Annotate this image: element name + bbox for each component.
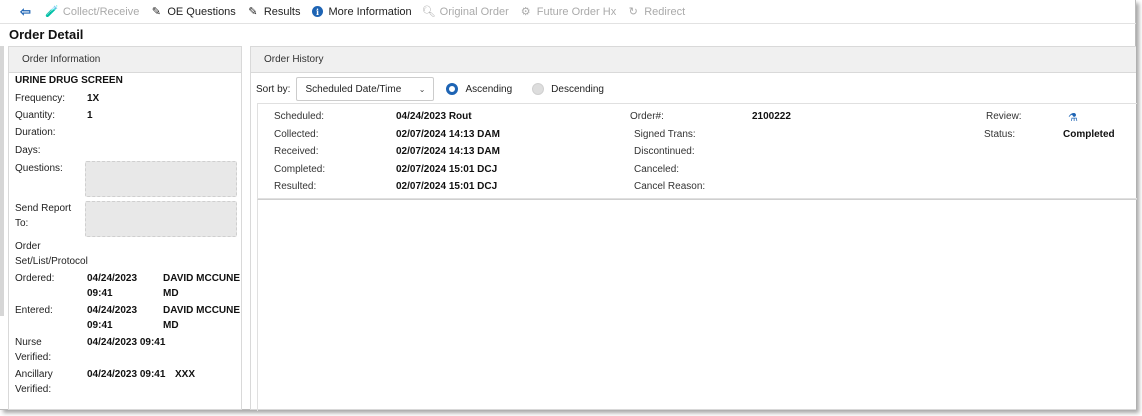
days-label: Days: [15,145,41,156]
signed-trans-label: Signed Trans: [634,128,696,140]
future-order-hx-label: Future Order Hx [536,5,617,18]
order-number-value: 2100222 [752,111,791,122]
history-record[interactable]: Scheduled: 04/24/2023 Rout Collected: 02… [257,103,1137,199]
results-button[interactable]: ✎ Results [246,5,301,19]
more-information-button[interactable]: i More Information [311,5,412,19]
frequency-label: Frequency: [15,93,66,104]
completed-value: 02/07/2024 15:01 DCJ [396,163,498,175]
future-order-icon: ⚙ [520,6,531,18]
sort-by-value: Scheduled Date/Time [305,83,402,95]
duration-label: Duration: [15,127,56,138]
history-empty-area [257,199,1137,411]
resulted-value: 02/07/2024 15:01 DCJ [396,181,498,192]
redirect-icon: ↻ [628,6,638,18]
order-number-label: Order#: [630,111,664,122]
order-information-panel: Order Information URINE DRUG SCREEN Freq… [8,46,242,410]
ordered-label: Ordered: [15,273,55,284]
nurse-verified-value: 04/24/2023 09:41 [87,337,166,348]
results-label: Results [263,5,301,18]
radio-unselected-icon [532,83,545,95]
discontinued-label: Discontinued: [634,146,695,157]
sort-by-label: Sort by: [256,83,291,95]
canceled-label: Canceled: [634,163,680,175]
order-history-header: Order History [251,47,1136,73]
collected-value: 02/07/2024 14:13 DAM [396,128,500,140]
nurse-verified-label: Nurse Verified: [15,337,52,363]
original-order-label: Original Order [439,5,509,18]
frequency-value: 1X [87,93,100,104]
edit-icon: ✎ [151,6,161,18]
descending-label: Descending [551,83,604,95]
info-icon: i [312,6,323,17]
collect-receive-button[interactable]: 🧪 Collect/Receive [45,5,139,19]
collect-receive-label: Collect/Receive [62,5,140,18]
oe-questions-button[interactable]: ✎ OE Questions [149,5,236,19]
oe-questions-label: OE Questions [167,5,236,18]
entered-datetime: 04/24/2023 09:41 [87,305,138,331]
redirect-button[interactable]: ↻ Redirect [626,5,686,19]
send-report-box [85,201,237,237]
entered-label: Entered: [15,305,53,316]
scheduled-label: Scheduled: [274,111,325,122]
order-history-panel: Order History Sort by: Scheduled Date/Ti… [250,46,1137,411]
cancel-reason-label: Cancel Reason: [634,181,706,192]
test-name: URINE DRUG SCREEN [15,75,123,86]
status-value: Completed [1063,128,1115,140]
scheduled-value: 04/24/2023 Rout [396,111,472,122]
order-information-header: Order Information [9,47,241,73]
resulted-label: Resulted: [274,181,317,192]
ordered-by: DAVID MCCUNE MD [163,273,241,299]
toolbar: ⇦ 🧪 Collect/Receive ✎ OE Questions ✎ Res… [0,0,1136,24]
collected-label: Collected: [274,128,319,140]
order-set-label: Order Set/List/Protocol [15,241,88,267]
collect-icon: 🧪 [45,6,59,18]
flask-icon[interactable]: ⚗ [1068,111,1078,124]
status-label: Status: [984,128,1016,140]
quantity-value: 1 [87,110,93,121]
redirect-label: Redirect [644,5,686,18]
sort-row: Sort by: Scheduled Date/Time ⌄ Ascending… [256,77,604,101]
original-order-button[interactable]: 🔍︎ Original Order [422,5,509,19]
radio-selected-icon [446,83,459,95]
ascending-label: Ascending [465,83,513,95]
edit-icon: ✎ [248,6,258,18]
entered-by: DAVID MCCUNE MD [163,305,241,331]
descending-radio[interactable]: Descending [532,83,604,95]
review-label: Review: [986,111,1022,122]
questions-box [85,161,237,197]
ascending-radio[interactable]: Ascending [446,83,512,95]
back-arrow-icon[interactable]: ⇦ [20,4,31,20]
ancillary-verified-value: 04/24/2023 09:41 [87,369,166,380]
ancillary-verified-label: Ancillary Verified: [15,369,53,395]
sort-by-select[interactable]: Scheduled Date/Time ⌄ [296,77,435,101]
left-scroll-strip [0,46,4,316]
future-order-hx-button[interactable]: ⚙ Future Order Hx [519,5,616,19]
questions-label: Questions: [15,163,63,174]
quantity-label: Quantity: [15,110,56,121]
received-label: Received: [274,146,319,157]
received-value: 02/07/2024 14:13 DAM [396,146,500,157]
search-icon: 🔍︎ [421,6,436,18]
completed-label: Completed: [274,163,326,175]
ordered-datetime: 04/24/2023 09:41 [87,273,138,299]
send-report-label: Send Report To: [15,203,72,229]
more-information-label: More Information [328,5,412,18]
ancillary-verified-by: XXX [175,369,196,380]
chevron-down-icon: ⌄ [418,84,426,94]
page-title: Order Detail [9,27,84,42]
